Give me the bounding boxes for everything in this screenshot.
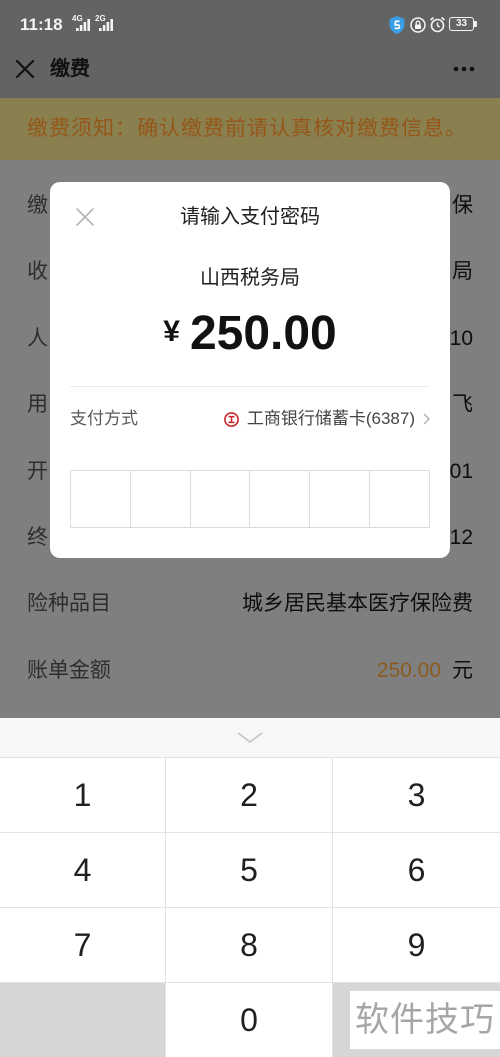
battery-tip [474,21,477,27]
info-row-label: 用 [27,393,48,417]
amount-value: 250.00 [189,307,337,360]
insurance-item-value: 城乡居民基本医疗保险费 [242,592,473,616]
payment-method-label: 支付方式 [70,409,138,428]
alarm-icon [429,16,446,33]
close-icon [15,59,35,79]
status-time: 11:18 [20,15,63,34]
payment-screen: 11:18 4G 2G 33 缴费 缴费须知：确认缴费前请认真核对缴费信息。 缴… [0,0,500,1057]
bill-amount-label: 账单金额 [27,658,111,682]
payment-password-dialog: 请输入支付密码 山西税务局 ¥250.00 支付方式 工商银行储蓄卡(6387) [50,182,450,558]
payment-method-value: 工商银行储蓄卡(6387) [246,409,415,428]
insurance-item-row: 险种品目 城乡居民基本医疗保险费 [0,571,500,637]
close-button[interactable] [14,58,36,80]
status-bar: 11:18 4G 2G 33 [0,0,500,40]
currency-symbol: ¥ [163,315,180,348]
battery-icon: 33 [449,17,474,31]
divider [70,386,430,387]
password-digit-box [129,471,190,527]
info-row-value: 01 [449,459,473,483]
signal-4g: 4G [72,15,92,32]
signal-bars-icon [76,19,90,31]
payment-notice-banner: 缴费须知：确认缴费前请认真核对缴费信息。 [0,98,500,160]
bill-amount-value-group: 250.00 元 [377,657,473,685]
password-digit-box [369,471,429,527]
lock-icon [410,17,426,33]
key-5[interactable]: 5 [166,832,333,907]
key-2[interactable]: 2 [166,757,333,832]
key-3[interactable]: 3 [333,757,500,832]
key-0[interactable]: 0 [166,982,333,1057]
notice-text: 缴费须知：确认缴费前请认真核对缴费信息。 [27,117,467,140]
password-digit-box [189,471,250,527]
password-digit-box [309,471,369,527]
key-7[interactable]: 7 [0,907,166,982]
key-blank-left [0,982,166,1057]
info-row-value: 局 [452,260,473,284]
payment-method-row[interactable]: 支付方式 工商银行储蓄卡(6387) [70,402,430,436]
insurance-item-label: 险种品目 [27,592,111,616]
chevron-right-icon [423,413,430,425]
info-row-value: 12 [449,525,473,549]
bill-amount-row: 账单金额 250.00 元 [0,638,500,704]
key-1[interactable]: 1 [0,757,166,832]
more-icon [453,66,475,72]
shield-icon [389,16,405,34]
signal-2g: 2G [95,15,115,32]
info-row-value: 飞 [452,393,473,417]
more-button[interactable] [452,57,476,81]
password-digit-box [71,471,130,527]
key-4[interactable]: 4 [0,832,166,907]
key-6[interactable]: 6 [333,832,500,907]
bill-amount-value: 250.00 [376,658,441,682]
chevron-down-icon [237,732,263,743]
key-8[interactable]: 8 [166,907,333,982]
info-row-label: 终 [27,525,48,549]
info-row-label: 收 [27,260,48,284]
info-row-value: 10 [449,326,473,350]
keypad-collapse-button[interactable] [0,718,500,757]
watermark: 软件技巧 [350,991,500,1049]
password-digit-box [249,471,309,527]
info-row-label: 开 [27,459,48,483]
payment-method-selector[interactable]: 工商银行储蓄卡(6387) [223,402,430,436]
password-input[interactable] [70,470,430,528]
payment-amount: ¥250.00 [50,304,450,373]
payee-name: 山西税务局 [200,267,300,289]
key-9[interactable]: 9 [333,907,500,982]
info-row-label: 缴 [27,194,48,217]
icbc-bank-icon [223,411,239,427]
signal-bars-icon [99,19,113,31]
page-title: 缴费 [50,58,90,80]
info-row-value: 保 [452,194,473,217]
bill-amount-unit: 元 [452,658,473,682]
info-row-label: 人 [27,326,48,350]
top-nav-bar: 缴费 [0,40,500,98]
dialog-title: 请输入支付密码 [180,206,320,228]
